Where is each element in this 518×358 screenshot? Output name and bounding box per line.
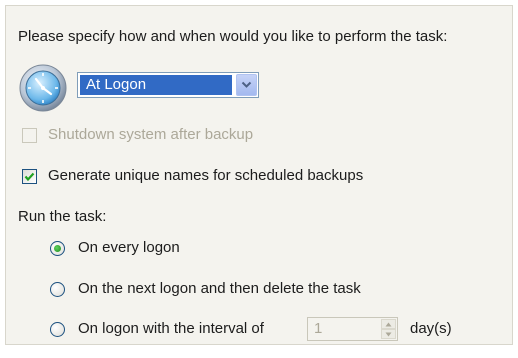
- unique-names-label: Generate unique names for scheduled back…: [48, 167, 364, 184]
- dropdown-arrow-button[interactable]: [236, 74, 257, 96]
- chevron-down-icon: [241, 81, 252, 88]
- radio-next-logon-label: On the next logon and then delete the ta…: [78, 280, 361, 297]
- schedule-dropdown[interactable]: At Logon: [77, 72, 259, 98]
- interval-value: 1: [314, 320, 323, 337]
- radio-every-logon[interactable]: [50, 241, 65, 256]
- interval-unit-label: day(s): [410, 320, 452, 337]
- radio-next-logon[interactable]: [50, 282, 65, 297]
- radio-selected-dot: [54, 245, 61, 252]
- chevron-up-icon: [385, 322, 392, 327]
- schedule-selected-value: At Logon: [80, 75, 232, 95]
- task-heading: Please specify how and when would you li…: [18, 28, 448, 45]
- chevron-down-icon: [385, 332, 392, 337]
- unique-names-checkbox[interactable]: [22, 169, 37, 184]
- spin-down-button[interactable]: [381, 329, 396, 339]
- radio-interval[interactable]: [50, 322, 65, 337]
- interval-spinner[interactable]: 1: [307, 317, 398, 341]
- clock-icon: [19, 64, 67, 112]
- radio-every-logon-label: On every logon: [78, 239, 180, 256]
- check-mark-icon: [24, 172, 35, 182]
- task-schedule-panel: Please specify how and when would you li…: [5, 5, 513, 345]
- radio-interval-label: On logon with the interval of: [78, 320, 264, 337]
- spin-up-button[interactable]: [381, 319, 396, 329]
- shutdown-checkbox[interactable]: [22, 128, 37, 143]
- shutdown-label: Shutdown system after backup: [48, 126, 254, 143]
- run-task-label: Run the task:: [18, 208, 107, 225]
